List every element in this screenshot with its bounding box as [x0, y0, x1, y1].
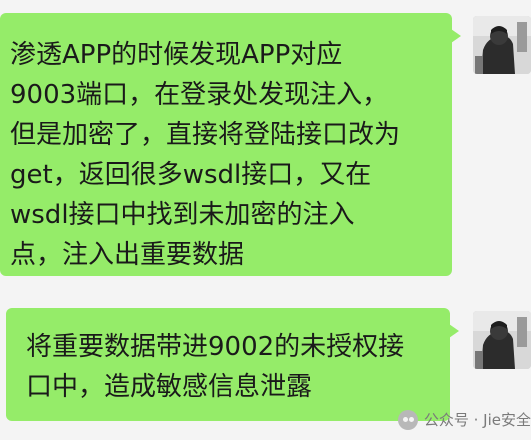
message-line: 将重要数据带进9002的未授权接 [26, 332, 405, 362]
watermark-text: 公众号 · Jie安全 [423, 411, 531, 429]
message-line: get，返回很多wsdl接口，又在 [10, 160, 372, 190]
message-row: 渗透APP的时候发现APP对应 9003端口，在登录处发现注入， 但是加密了，直… [0, 13, 461, 276]
message-line: 渗透APP的时候发现APP对应 [10, 40, 343, 70]
message-line: 点，注入出重要数据 [10, 240, 245, 270]
wechat-icon [397, 409, 418, 430]
chat-view: 渗透APP的时候发现APP对应 9003端口，在登录处发现注入， 但是加密了，直… [0, 0, 531, 440]
message-bubble[interactable]: 将重要数据带进9002的未授权接 口中，造成敏感信息泄露 [6, 308, 459, 421]
message-bubble[interactable]: 渗透APP的时候发现APP对应 9003端口，在登录处发现注入， 但是加密了，直… [0, 13, 461, 276]
avatar-photo-icon [473, 311, 531, 369]
message-line: 口中，造成敏感信息泄露 [26, 372, 313, 402]
message-line: 但是加密了，直接将登陆接口改为 [10, 120, 401, 150]
avatar[interactable] [473, 16, 531, 74]
avatar-photo-icon [473, 16, 531, 74]
watermark: 公众号 · Jie安全 [397, 409, 531, 430]
message-line: wsdl接口中找到未加密的注入 [10, 200, 355, 230]
avatar[interactable] [473, 311, 531, 369]
message-row: 将重要数据带进9002的未授权接 口中，造成敏感信息泄露 [0, 308, 459, 421]
message-line: 9003端口，在登录处发现注入， [10, 80, 389, 110]
